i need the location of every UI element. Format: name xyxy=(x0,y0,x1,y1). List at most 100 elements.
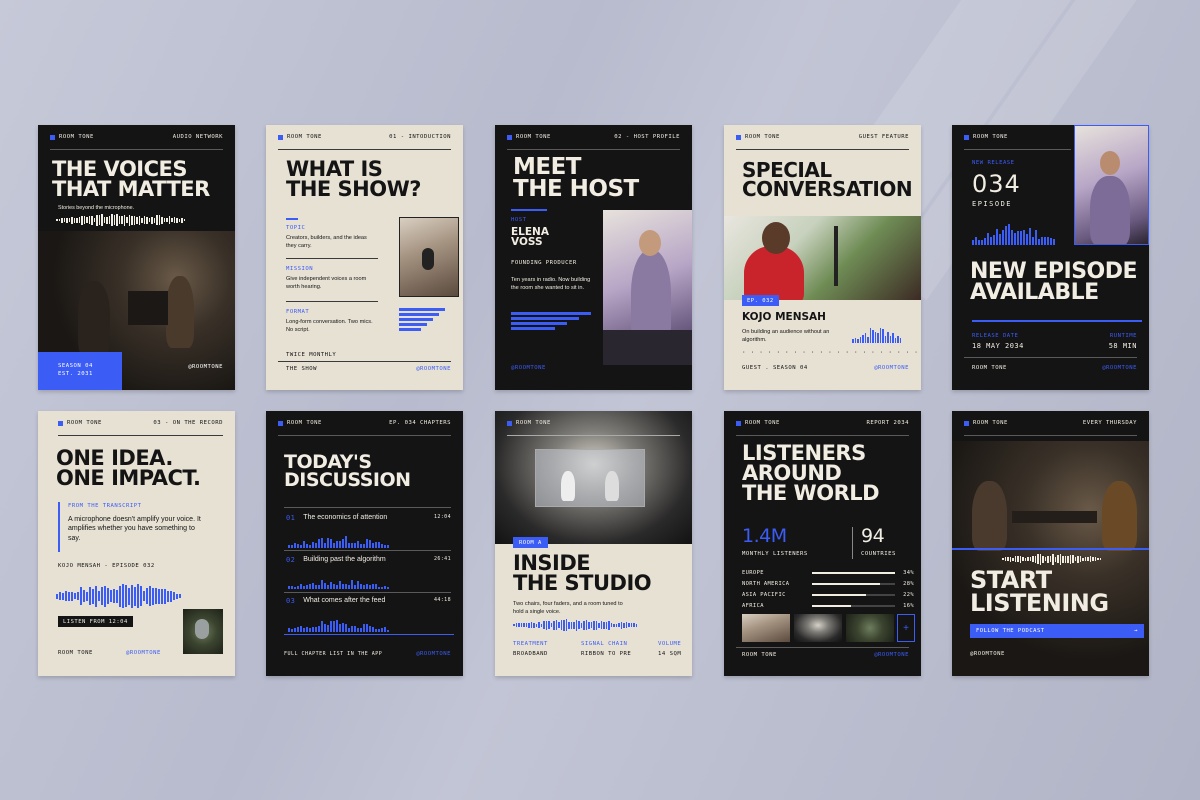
waveform-bar xyxy=(321,538,323,548)
follow-button[interactable]: FOLLOW THE PODCAST → xyxy=(970,624,1144,638)
waveform-bar xyxy=(312,583,314,589)
divider xyxy=(284,507,451,508)
episode-photo xyxy=(1074,125,1149,245)
waveform-bar xyxy=(1074,557,1076,561)
card-tag: REPORT 2034 xyxy=(866,420,909,426)
waveform-bar xyxy=(342,584,344,589)
progress-track xyxy=(972,320,1142,322)
divider xyxy=(50,149,223,150)
thumbnail-photo xyxy=(846,614,894,642)
waveform-bar xyxy=(1034,555,1036,563)
card-listeners[interactable]: ROOM TONE REPORT 2034 LISTENERS AROUND THE… xyxy=(724,411,921,676)
waveform-bar xyxy=(83,216,85,224)
handle-label[interactable]: @ROOMTONE xyxy=(874,652,909,658)
chapter-row[interactable]: 02 Building past the algorithm 26:41 xyxy=(286,556,451,564)
card-studio[interactable]: ROOM TONE ROOM A INSIDE THE STUDIO Two ch… xyxy=(495,411,692,676)
card-what-is[interactable]: ROOM TONE 01 - INTODUCTION WHAT IS THE SH… xyxy=(266,125,463,390)
waveform-bar xyxy=(899,338,901,343)
card-header: ROOM TONE EVERY THURSDAY xyxy=(964,420,1137,430)
card-voices[interactable]: ROOM TONE AUDIO NETWORK THE VOICES THAT M… xyxy=(38,125,235,390)
handle-label[interactable]: @ROOMTONE xyxy=(1102,365,1137,371)
listen-from-button[interactable]: LISTEN FROM 12:04 xyxy=(58,616,133,627)
more-plus-button[interactable]: + xyxy=(897,614,915,642)
handle-label[interactable]: @ROOMTONE xyxy=(416,366,451,372)
waveform-bar xyxy=(138,215,140,225)
waveform-bar xyxy=(1054,556,1056,562)
waveform-bar xyxy=(123,214,125,226)
brand-name: ROOM TONE xyxy=(745,134,780,140)
waveform-bar xyxy=(360,544,362,548)
waveform-bar xyxy=(176,217,178,223)
waveform-bar xyxy=(1047,237,1049,245)
card-meet-host[interactable]: ROOM TONE 02 - HOST PROFILE MEET THE HOST… xyxy=(495,125,692,390)
handle-label[interactable]: @ROOMTONE xyxy=(511,365,546,371)
waveform-bar xyxy=(375,542,377,548)
waveform-bar xyxy=(312,542,314,548)
room-badge: ROOM A xyxy=(513,537,548,548)
waveform-bar xyxy=(288,586,290,589)
waveform-bar xyxy=(306,627,308,632)
divider xyxy=(736,435,909,436)
waveform-bar xyxy=(1084,557,1086,561)
waveform-bar xyxy=(375,584,377,589)
waveform-bar xyxy=(381,587,383,589)
waveform-bar xyxy=(103,217,105,223)
waveform-bar xyxy=(133,215,135,225)
card-one-idea[interactable]: ROOM TONE 03 - ON THE RECORD ONE IDEA. ON… xyxy=(38,411,235,676)
runtime: 58 MIN xyxy=(1108,342,1137,350)
handle-label[interactable]: @ROOMTONE xyxy=(188,364,223,370)
handle-label[interactable]: @ROOMTONE xyxy=(970,651,1005,657)
card-special[interactable]: ROOM TONE GUEST FEATURE SPECIAL CONVERSAT… xyxy=(724,125,921,390)
waveform-bar xyxy=(98,215,100,225)
waveform-bar xyxy=(171,218,173,222)
chapter-row[interactable]: 01 The economics of attention 12:04 xyxy=(286,514,451,522)
release-date-heading: RELEASE DATE xyxy=(972,333,1019,339)
divider xyxy=(964,149,1071,150)
waveform-bar xyxy=(149,586,151,606)
waveform-bar xyxy=(167,590,169,602)
handle-label[interactable]: @ROOMTONE xyxy=(874,365,909,371)
release-tag: NEW RELEASE xyxy=(972,160,1015,166)
waveform-bar xyxy=(336,620,338,632)
waveform-bar xyxy=(1082,557,1084,561)
waveform-bar xyxy=(357,581,359,589)
waveform-bar xyxy=(603,621,605,629)
episode-label: EPISODE xyxy=(972,200,1013,208)
handle-label[interactable]: @ROOMTONE xyxy=(126,650,161,656)
waveform-bar xyxy=(1042,555,1044,563)
volume-value: 14 SQM xyxy=(658,651,682,657)
brand-name: ROOM TONE xyxy=(516,134,551,140)
chapter-time: 26:41 xyxy=(433,556,451,562)
waveform-bar xyxy=(93,218,95,222)
chapter-row[interactable]: 03 What comes after the feed 44:18 xyxy=(286,597,451,605)
waveform-bar xyxy=(76,217,78,223)
waveform-bar xyxy=(324,543,326,548)
waveform-bar xyxy=(107,588,109,604)
card-tag: 02 - HOST PROFILE xyxy=(614,134,680,140)
card-title: SPECIAL CONVERSATION xyxy=(742,158,913,201)
waveform-bar xyxy=(990,237,992,245)
waveform-bar xyxy=(1094,557,1096,561)
region-name: AFRICA xyxy=(742,602,764,609)
waveform-bar xyxy=(1072,555,1074,563)
waveform-bar xyxy=(598,622,600,628)
waveform-bar xyxy=(1079,556,1081,562)
card-new-episode[interactable]: ROOM TONE NEW RELEASE 034 EPISODE NEW EP… xyxy=(952,125,1149,390)
waveform-bar xyxy=(1059,553,1061,565)
waveform-bar xyxy=(1017,556,1019,562)
waveform-bar xyxy=(530,622,532,628)
accent-line xyxy=(511,209,547,211)
card-start-listening[interactable]: ROOM TONE EVERY THURSDAY START LISTENING … xyxy=(952,411,1149,676)
studio-description: Two chairs, four faders, and a room tune… xyxy=(513,601,623,615)
mic-photo xyxy=(183,609,223,654)
waveform-bar xyxy=(104,585,106,607)
waveform-bar xyxy=(1032,237,1034,245)
waveform-bar xyxy=(369,626,371,632)
waveform-bar xyxy=(291,545,293,548)
card-discussion[interactable]: ROOM TONE EP. 034 CHAPTERS TODAY'S DISCUS… xyxy=(266,411,463,676)
brand-name: ROOM TONE xyxy=(287,420,322,426)
region-row: AFRICA 16% xyxy=(742,600,914,611)
handle-label[interactable]: @ROOMTONE xyxy=(416,651,451,657)
topic-heading: TOPIC xyxy=(286,225,306,231)
waveform-bar xyxy=(163,218,165,222)
